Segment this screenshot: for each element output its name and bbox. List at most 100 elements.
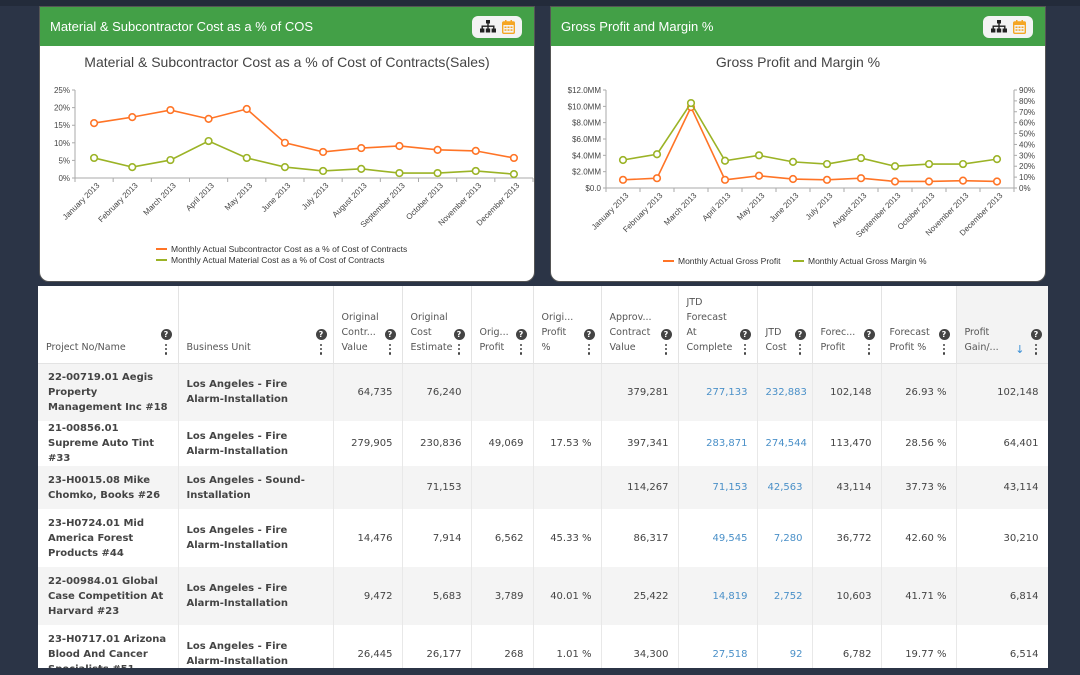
column-menu-icon[interactable] [519,343,523,355]
jtd-cost-cell[interactable]: 7,280 [757,509,813,567]
jtd-cost-cell[interactable]: 2,752 [757,567,813,625]
jtd-forecast-cell[interactable]: 49,545 [678,509,758,567]
forecast-profit-cell: 10,603 [812,567,882,625]
jtd-forecast-cell[interactable]: 283,871 [678,421,758,466]
column-header-label: Business Unit [186,341,251,353]
hierarchy-icon[interactable] [990,20,1007,33]
calendar-icon[interactable] [501,19,515,34]
forecast-profit-pct-cell: 28.56 % [881,421,957,466]
column-menu-icon[interactable] [1034,343,1038,355]
column-header[interactable]: Original Contr... Value? [333,286,403,364]
help-icon[interactable]: ? [384,328,396,340]
column-header[interactable]: Orig... Profit? [471,286,534,364]
calendar-icon[interactable] [1012,19,1026,34]
help-icon[interactable]: ? [938,328,950,340]
data-point [924,177,934,186]
column-menu-icon[interactable] [164,343,168,355]
help-icon[interactable]: ? [1030,328,1042,340]
help-icon[interactable]: ? [453,328,465,340]
column-menu-icon[interactable] [587,343,591,355]
column-menu-icon[interactable] [457,343,461,355]
column-header[interactable]: Origi... Profit %? [533,286,602,364]
data-point [924,159,934,169]
table-row[interactable]: 23-H0724.01 Mid America Forest Products … [38,509,1048,567]
help-icon[interactable]: ? [863,328,875,340]
jtd-cost-cell[interactable]: 274,544 [757,421,813,466]
data-point [890,177,900,186]
data-point [242,104,251,114]
y-tick-label: 10% [54,139,70,148]
projects-grid: Project No/Name? Business Unit? Original C… [38,286,1048,675]
sort-descending-icon[interactable]: ↓ [1015,344,1024,355]
table-row[interactable]: 22-00984.01 Global Case Competition At H… [38,567,1048,625]
chart-title: Gross Profit and Margin % [715,54,881,70]
y-tick-label: $6.0MM [572,135,601,144]
jtd-forecast-cell[interactable]: 277,133 [678,363,758,421]
data-point [509,170,519,179]
column-header-label: Project No/Name [46,341,126,353]
column-menu-icon[interactable] [664,343,668,355]
column-header[interactable]: Forec... Profit? [812,286,882,364]
original-cost-estimate-cell: 76,240 [402,363,472,421]
data-point [395,141,404,151]
data-point [89,153,99,163]
column-menu-icon[interactable] [743,343,747,355]
help-icon[interactable]: ? [315,328,327,340]
column-header[interactable]: Original Cost Estimate? [402,286,472,364]
jtd-cost-cell[interactable]: 232,883 [757,363,813,421]
column-menu-icon[interactable] [942,343,946,355]
help-icon[interactable]: ? [660,328,672,340]
y2-tick-label: 20% [1019,162,1035,171]
profit-gain-cell: 64,401 [956,421,1048,466]
original-profit-cell: 6,562 [471,509,534,567]
business-unit-cell: Los Angeles - Sound-Installation [178,466,334,509]
jtd-forecast-cell[interactable]: 14,819 [678,567,758,625]
legend-label: Monthly Actual Gross Margin % [808,256,927,266]
column-header[interactable]: Project No/Name? [38,286,179,364]
column-menu-icon[interactable] [798,343,802,355]
data-point [395,168,404,178]
business-unit-cell: Los Angeles - Fire Alarm-Installation [178,567,334,625]
help-icon[interactable]: ? [515,328,527,340]
help-icon[interactable]: ? [160,328,172,340]
forecast-profit-pct-cell: 26.93 % [881,363,957,421]
original-profit-pct-cell [533,466,602,509]
x-tick-label: July 2013 [804,191,835,222]
help-icon[interactable]: ? [739,328,751,340]
help-icon[interactable]: ? [794,328,806,340]
legend-label: Monthly Actual Material Cost as a % of C… [171,255,385,265]
series-line [93,140,514,175]
panel-toolbar [983,15,1033,38]
table-row[interactable]: 23-H0015.08 Mike Chomko, Books #26 Los An… [38,466,1048,509]
table-row[interactable]: 21-00856.01 Supreme Auto Tint #33 Los Ang… [38,421,1048,466]
x-tick-label: January 2013 [61,181,102,222]
jtd-cost-cell[interactable]: 42,563 [757,466,813,509]
column-menu-icon[interactable] [319,343,323,355]
help-icon[interactable]: ? [583,328,595,340]
data-point [686,98,696,108]
data-point [618,155,628,165]
x-tick-label: May 2013 [735,191,767,223]
column-header[interactable]: Forecast Profit %? [881,286,957,364]
column-header-label: Profit Gain/... [964,326,999,353]
project-name-cell: 22-00984.01 Global Case Competition At H… [38,567,179,625]
column-menu-icon[interactable] [867,343,871,355]
column-header[interactable]: Business Unit? [178,286,334,364]
jtd-forecast-cell[interactable]: 71,153 [678,466,758,509]
hierarchy-icon[interactable] [479,20,496,33]
original-contract-value-cell: 9,472 [333,567,403,625]
forecast-profit-cell: 113,470 [812,421,882,466]
forecast-profit-cell: 43,114 [812,466,882,509]
table-row[interactable]: 22-00719.01 Aegis Property Management In… [38,363,1048,421]
column-header[interactable]: Profit Gain/...? ↓ [956,286,1048,364]
projects-table: Project No/Name? Business Unit? Original C… [38,286,1048,675]
column-header[interactable]: JTD Cost? [757,286,813,364]
original-profit-pct-cell [533,363,602,421]
column-header[interactable]: JTD Forecast At Complete? [678,286,758,364]
y2-tick-label: 80% [1019,97,1035,106]
data-point [128,162,137,172]
data-point [788,174,798,184]
column-menu-icon[interactable] [388,343,392,355]
y-tick-label: 5% [58,156,70,165]
column-header[interactable]: Approv... Contract Value? [601,286,679,364]
